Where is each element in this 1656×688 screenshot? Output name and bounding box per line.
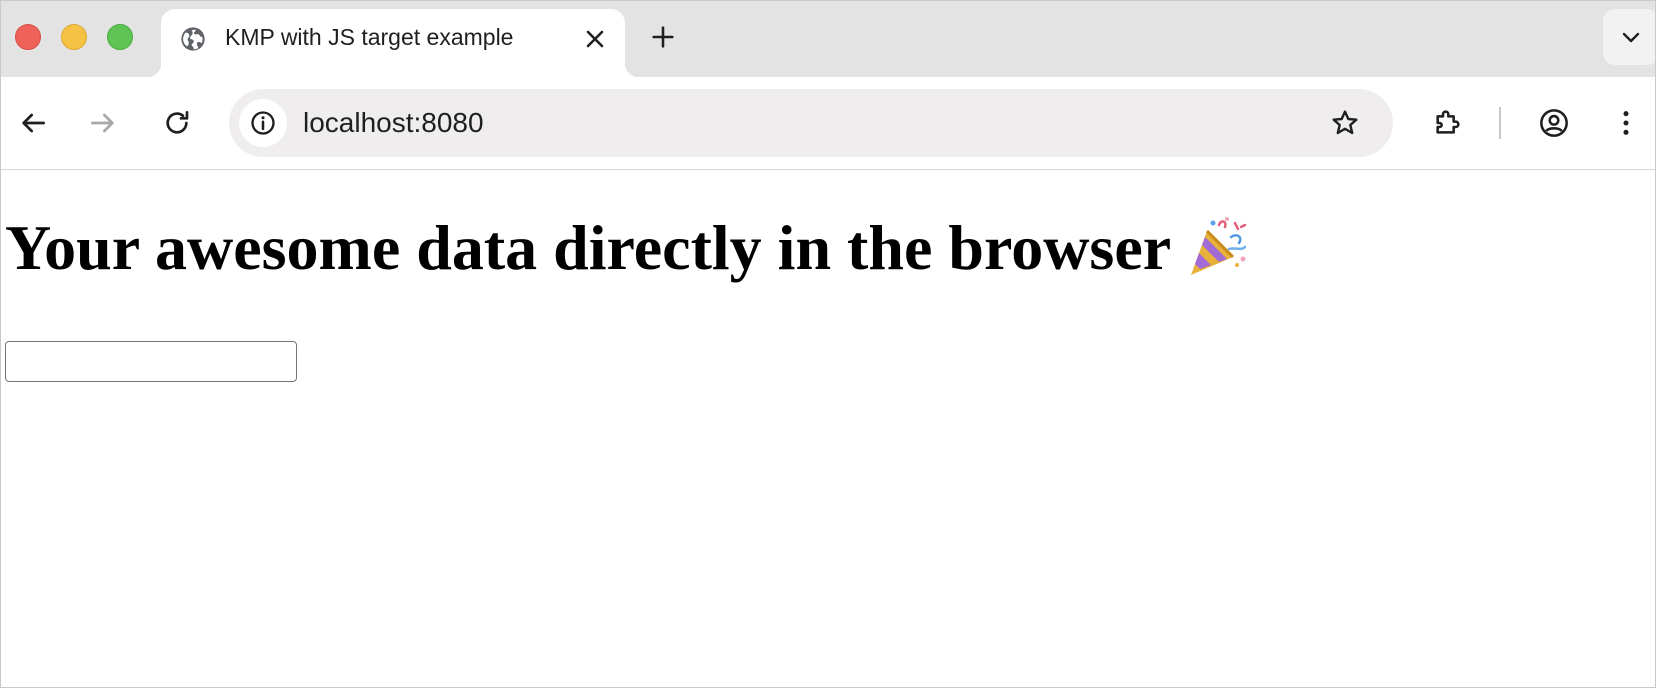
account-circle-icon[interactable] xyxy=(1538,107,1570,139)
site-info-button[interactable] xyxy=(239,99,287,147)
arrow-right-icon[interactable] xyxy=(87,107,119,139)
new-tab-plus-icon[interactable] xyxy=(649,23,677,51)
kebab-menu-icon[interactable] xyxy=(1610,107,1642,139)
tab-search-button[interactable] xyxy=(1603,9,1655,65)
browser-toolbar: localhost:8080 xyxy=(1,77,1655,170)
tab-active[interactable]: KMP with JS target example xyxy=(147,9,639,77)
info-icon xyxy=(251,111,275,135)
tab-title: KMP with JS target example xyxy=(225,24,514,50)
page-heading-text: Your awesome data directly in the browse… xyxy=(5,212,1172,283)
window-close-button[interactable] xyxy=(15,24,41,50)
chevron-down-icon xyxy=(1622,32,1640,43)
window-zoom-button[interactable] xyxy=(107,24,133,50)
close-icon[interactable] xyxy=(581,25,609,53)
arrow-left-icon[interactable] xyxy=(17,107,49,139)
address-bar[interactable]: localhost:8080 xyxy=(229,89,1393,157)
puzzle-icon[interactable] xyxy=(1431,107,1463,139)
data-text-input[interactable] xyxy=(5,341,297,382)
toolbar-divider xyxy=(1499,107,1501,139)
browser-window: KMP with JS target example localhost:808… xyxy=(0,0,1656,688)
reload-icon[interactable] xyxy=(161,107,193,139)
page-heading: Your awesome data directly in the browse… xyxy=(5,215,1249,280)
tab-strip: KMP with JS target example xyxy=(1,1,1655,77)
star-icon[interactable] xyxy=(1329,107,1361,139)
globe-icon xyxy=(181,27,205,51)
party-popper-icon xyxy=(1191,217,1247,275)
url-text[interactable]: localhost:8080 xyxy=(303,107,484,139)
window-minimize-button[interactable] xyxy=(61,24,87,50)
page-content: Your awesome data directly in the browse… xyxy=(1,170,1655,687)
